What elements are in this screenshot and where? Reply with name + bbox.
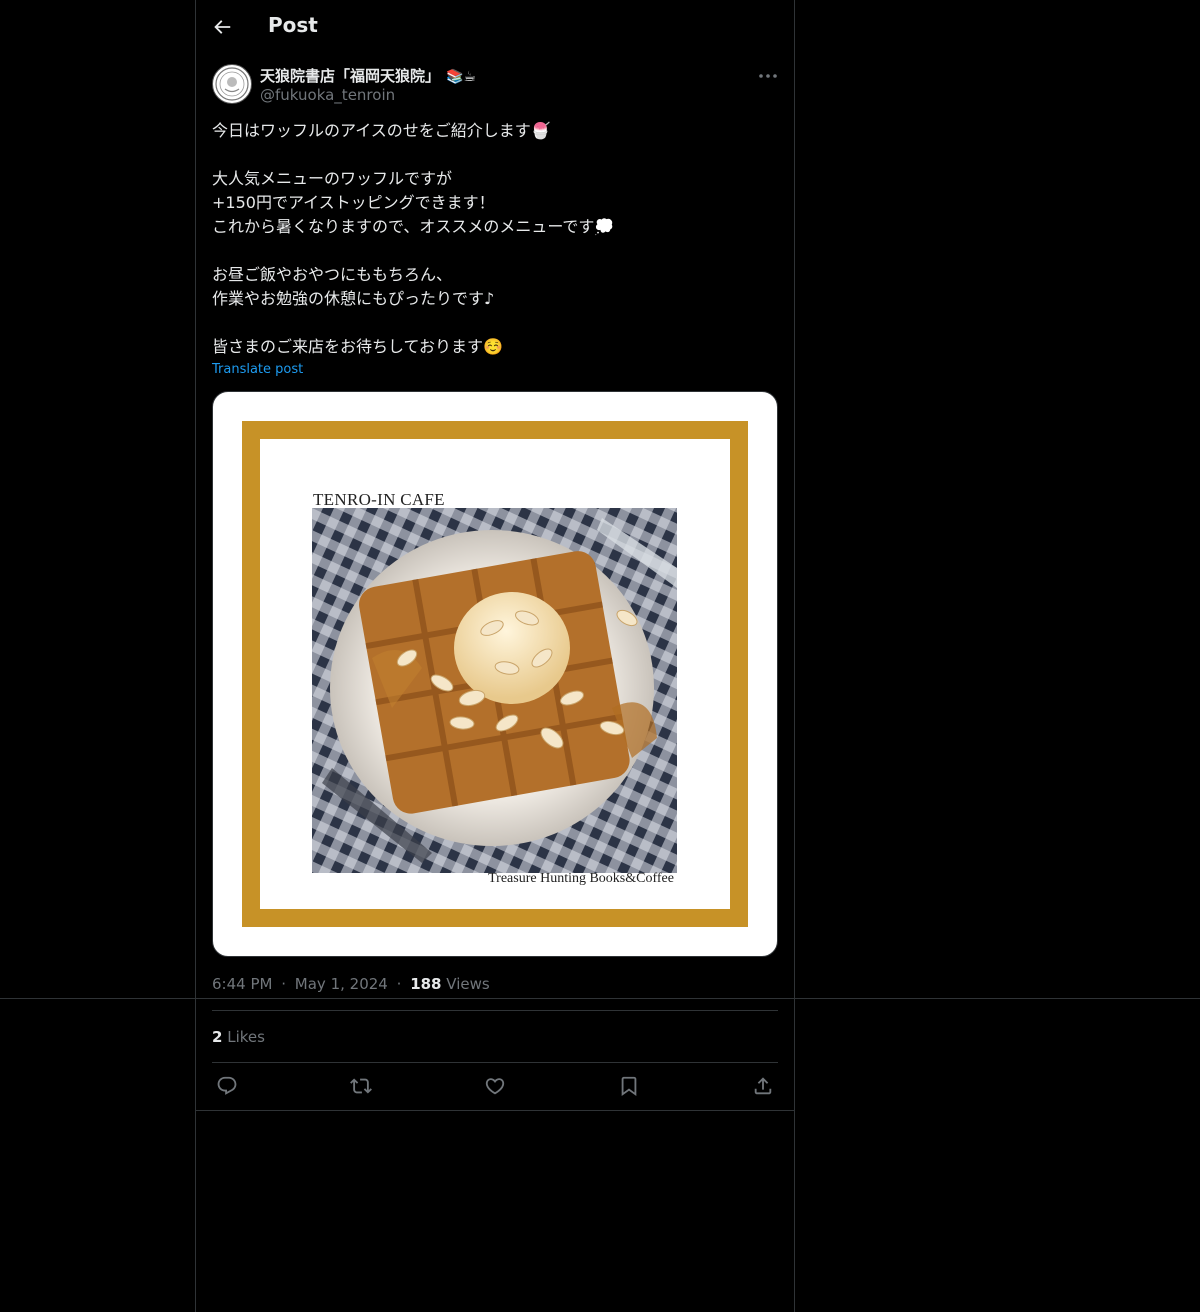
post-meta: 6:44 PM · May 1, 2024 · 188 Views: [212, 975, 490, 993]
author-handle[interactable]: @fukuoka_tenroin: [260, 86, 395, 104]
gold-frame: TENRO-IN CAFE Treasure Hunting Books&Cof…: [242, 421, 748, 927]
author-display-name[interactable]: 天狼院書店「福岡天狼院」 📚☕: [260, 65, 476, 86]
translate-post-link[interactable]: Translate post: [212, 362, 303, 377]
post-date[interactable]: May 1, 2024: [295, 975, 388, 993]
image-tagline: Treasure Hunting Books&Coffee: [488, 871, 674, 886]
share-icon[interactable]: [752, 1075, 774, 1097]
action-bar: [212, 1072, 778, 1102]
back-arrow-icon[interactable]: [211, 16, 233, 38]
post-line-gap: [212, 239, 778, 263]
divider: [212, 1010, 778, 1011]
avatar[interactable]: [212, 64, 252, 104]
post-text: 今日はワッフルのアイスのせをご紹介します🍧 大人気メニューのワッフルですが +1…: [212, 119, 778, 359]
header: Post: [195, 0, 793, 53]
seal-logo-icon: [215, 67, 249, 101]
post-line-gap: [212, 143, 778, 167]
image-cafe-title: TENRO-IN CAFE: [313, 490, 445, 509]
page-title: Post: [268, 13, 318, 37]
likes-link[interactable]: 2 Likes: [212, 1028, 265, 1046]
divider: [195, 1110, 794, 1111]
post-time[interactable]: 6:44 PM: [212, 975, 272, 993]
more-options-icon[interactable]: [756, 64, 780, 88]
bookmark-icon[interactable]: [618, 1075, 640, 1097]
like-icon[interactable]: [484, 1075, 506, 1097]
waffle-photo: [312, 508, 677, 873]
divider: [0, 998, 1200, 999]
post-image[interactable]: TENRO-IN CAFE Treasure Hunting Books&Cof…: [212, 391, 778, 957]
post-line: 大人気メニューのワッフルですが: [212, 169, 453, 188]
post-line: お昼ご飯やおやつにももちろん、: [212, 265, 453, 284]
repost-icon[interactable]: [350, 1075, 372, 1097]
likes-label: Likes: [227, 1028, 265, 1046]
meta-dot: ·: [396, 975, 402, 993]
post-line: +150円でアイストッピングできます！: [212, 193, 495, 212]
waffle-illustration: [312, 508, 677, 873]
post-line: 今日はワッフルのアイスのせをご紹介します🍧: [212, 121, 551, 140]
reply-icon[interactable]: [216, 1075, 238, 1097]
likes-count: 2: [212, 1028, 223, 1046]
author-name-text: 天狼院書店「福岡天狼院」: [260, 67, 441, 85]
post-line: 作業やお勉強の休憩にもぴったりです♪: [212, 289, 495, 308]
name-emojis: 📚☕: [446, 69, 476, 85]
views-label: Views: [446, 975, 490, 993]
divider: [212, 1062, 778, 1063]
post-line: 皆さまのご来店をお待ちしております☺️: [212, 337, 503, 356]
post-line: これから暑くなりますので、オススメのメニューです💭: [212, 217, 615, 236]
post-line-gap: [212, 311, 778, 335]
meta-dot: ·: [281, 975, 287, 993]
frame-inner: TENRO-IN CAFE Treasure Hunting Books&Cof…: [260, 439, 730, 909]
views-count: 188: [410, 975, 442, 993]
